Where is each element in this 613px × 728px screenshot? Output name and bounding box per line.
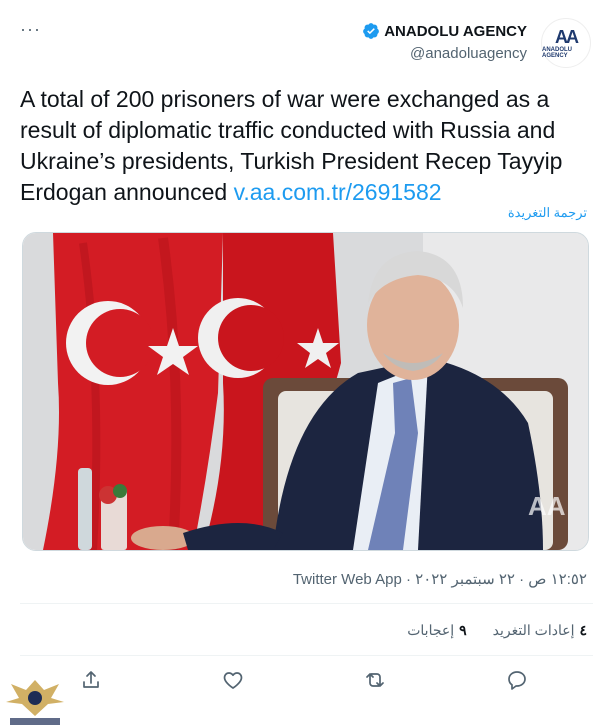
tweet-text: A total of 200 prisoners of war were exc… [20,84,595,208]
forum-watermark-logo [6,680,64,725]
author-block[interactable]: ANADOLU AGENCY @anadoluagency [362,22,527,62]
tweet-time: ١٢:٥٢ ص [528,571,587,588]
tweet-client: Twitter Web App [292,571,402,588]
tweet-actions [0,668,613,692]
retweets-label: إعادات التغريد [492,622,575,638]
translate-tweet-link[interactable]: ترجمة التغريدة [508,205,587,221]
more-options-icon[interactable]: ··· [20,20,41,38]
avatar-caption: ANADOLU AGENCY [542,46,572,59]
verified-badge-icon [363,23,380,39]
likes-stat[interactable]: ٩إعجابات [407,622,466,639]
likes-label: إعجابات [407,622,455,638]
svg-text:AA: AA [528,491,566,521]
reply-icon[interactable] [505,668,529,692]
tweet-date: ٢٢ سبتمبر ٢٠٢٢ [415,571,515,588]
tweet-link[interactable]: v.aa.com.tr/2691582 [234,179,442,205]
author-handle: @anadoluagency [410,45,527,62]
tweet-photo[interactable]: AA [22,232,589,551]
share-icon[interactable] [79,668,103,692]
likes-count: ٩ [459,622,467,638]
photo-illustration: AA [23,233,588,550]
meta-separator: · [405,571,411,588]
author-name: ANADOLU AGENCY [384,22,527,40]
retweet-icon[interactable] [363,668,387,692]
divider [20,655,593,656]
meta-separator: · [519,571,525,588]
retweets-stat[interactable]: ٤إعادات التغريد [493,622,587,639]
avatar-letters: AA [555,26,579,47]
divider [20,603,593,604]
retweets-count: ٤ [579,622,587,638]
like-icon[interactable] [221,668,245,692]
tweet-stats: ٤إعادات التغريد ٩إعجابات [407,622,587,639]
tweet-timestamp[interactable]: ١٢:٥٢ ص · ٢٢ سبتمبر ٢٠٢٢ · Twitter Web A… [293,570,587,588]
avatar[interactable]: AA ANADOLU AGENCY [541,18,591,68]
